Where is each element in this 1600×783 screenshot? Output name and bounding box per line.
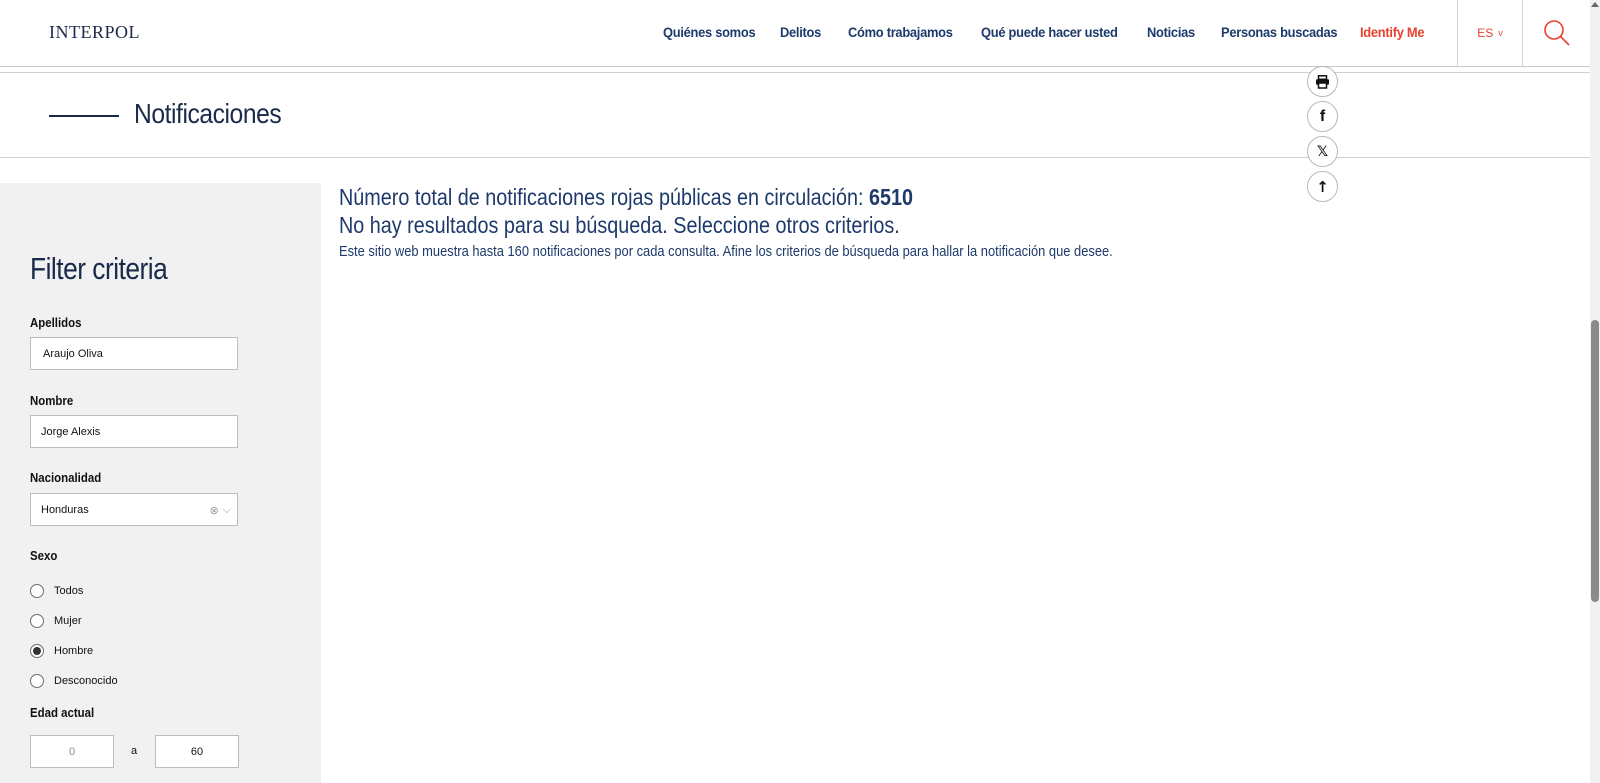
radio-label: Hombre: [54, 645, 94, 657]
title-decoration-line: [49, 115, 119, 117]
edad-label: Edad actual: [30, 705, 95, 720]
radio-label: Mujer: [54, 615, 82, 627]
search-icon: [1544, 20, 1570, 46]
header-divider: [0, 72, 1590, 73]
nombre-value: Jorge Alexis: [41, 425, 101, 438]
nav-como-trabajamos[interactable]: Cómo trabajamos: [848, 24, 953, 40]
chevron-down-icon[interactable]: ⌵: [223, 503, 231, 517]
radio-button[interactable]: [30, 614, 44, 628]
nav-noticias[interactable]: Noticias: [1147, 24, 1195, 40]
radio-dot: [33, 647, 41, 655]
total-notices-count: 6510: [868, 184, 913, 210]
filter-sidebar: Filter criteria Apellidos Araujo Oliva N…: [0, 183, 321, 783]
clear-icon[interactable]: ⊗: [209, 504, 218, 517]
edad-min-value: 0: [68, 745, 76, 758]
select-icons: ⊗ ⌵: [209, 503, 231, 517]
apellidos-label: Apellidos: [30, 315, 82, 330]
page-title: Notificaciones: [134, 98, 282, 129]
nacionalidad-value: Honduras: [41, 503, 89, 516]
radio-button[interactable]: [30, 584, 44, 598]
sexo-option-desconocido[interactable]: Desconocido: [30, 674, 118, 688]
radio-button-selected[interactable]: [30, 644, 44, 658]
sexo-label: Sexo: [30, 548, 58, 563]
no-results-message: No hay resultados para su búsqueda. Sele…: [339, 212, 900, 238]
x-icon: 𝕏: [1316, 143, 1329, 160]
nombre-label: Nombre: [30, 393, 74, 408]
results-limit-note: Este sitio web muestra hasta 160 notific…: [339, 243, 1113, 260]
nav-personas-buscadas[interactable]: Personas buscadas: [1221, 24, 1338, 40]
edad-max-input[interactable]: 60: [155, 735, 239, 768]
print-button[interactable]: [1307, 66, 1338, 97]
edad-max-value: 60: [190, 745, 204, 758]
nacionalidad-label: Nacionalidad: [30, 470, 102, 485]
sexo-option-mujer[interactable]: Mujer: [30, 614, 82, 628]
radio-button[interactable]: [30, 674, 44, 688]
apellidos-value: Araujo Oliva: [43, 347, 103, 360]
radio-label: Todos: [54, 585, 84, 597]
filter-criteria-heading: Filter criteria: [30, 251, 168, 286]
nav-quienes-somos[interactable]: Quiénes somos: [663, 24, 756, 40]
language-code: ES: [1477, 26, 1494, 40]
nav-que-puede-hacer[interactable]: Qué puede hacer usted: [981, 24, 1118, 40]
print-icon: [1316, 74, 1329, 89]
interpol-logo[interactable]: INTERPOL: [49, 22, 140, 43]
facebook-share-button[interactable]: f: [1307, 101, 1338, 132]
nombre-input[interactable]: Jorge Alexis: [30, 415, 238, 448]
site-header: INTERPOL Quiénes somos Delitos Cómo trab…: [0, 0, 1590, 67]
scrollbar-thumb[interactable]: [1591, 320, 1599, 602]
total-notices-text: Número total de notificaciones rojas púb…: [339, 184, 913, 211]
x-share-button[interactable]: 𝕏: [1307, 136, 1338, 167]
facebook-icon: f: [1319, 107, 1326, 125]
edad-min-input[interactable]: 0: [30, 735, 114, 768]
radio-label: Desconocido: [54, 675, 118, 687]
back-to-top-button[interactable]: ↑: [1307, 171, 1338, 202]
chevron-down-icon: v: [1498, 28, 1503, 38]
search-button[interactable]: [1524, 0, 1590, 66]
sexo-option-todos[interactable]: Todos: [30, 584, 83, 598]
sexo-option-hombre[interactable]: Hombre: [30, 644, 93, 658]
arrow-up-icon: ↑: [1316, 177, 1329, 196]
edad-separator: a: [131, 745, 138, 757]
title-divider: [0, 157, 1590, 158]
nav-delitos[interactable]: Delitos: [780, 24, 821, 40]
language-selector[interactable]: ES v: [1457, 0, 1523, 66]
apellidos-input[interactable]: Araujo Oliva: [30, 337, 238, 370]
nacionalidad-select[interactable]: Honduras ⊗ ⌵: [30, 493, 238, 526]
scroll-up-arrow-icon[interactable]: [1591, 2, 1599, 7]
total-notices-label: Número total de notificaciones rojas púb…: [339, 184, 869, 210]
nav-identify-me[interactable]: Identify Me: [1360, 24, 1425, 40]
